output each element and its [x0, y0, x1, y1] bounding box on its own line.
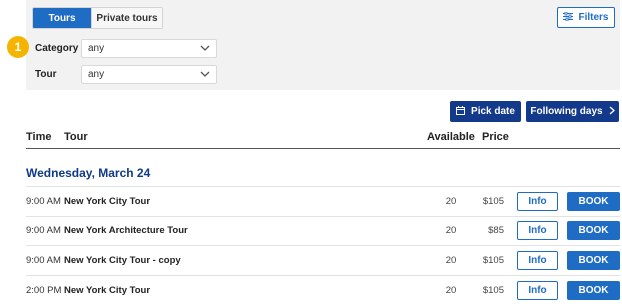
date-heading: Wednesday, March 24	[26, 166, 151, 180]
book-button[interactable]: BOOK	[567, 192, 620, 211]
header-price: Price	[482, 131, 509, 143]
info-button[interactable]: Info	[517, 192, 558, 211]
row-time: 9:00 AM	[26, 196, 61, 207]
chevron-down-icon	[200, 44, 210, 55]
pick-date-button[interactable]: Pick date	[450, 101, 521, 122]
sliders-icon	[563, 11, 574, 24]
header-divider	[26, 148, 620, 149]
row-price: $105	[482, 196, 504, 207]
table-row: 9:00 AM New York Architecture Tour 20 $8…	[0, 216, 622, 246]
chevron-down-icon	[200, 70, 210, 81]
chevron-right-icon	[609, 105, 615, 118]
info-button[interactable]: Info	[517, 221, 558, 240]
row-tour: New York Architecture Tour	[64, 225, 188, 236]
category-label: Category	[35, 43, 79, 54]
header-tour: Tour	[64, 131, 88, 143]
following-days-button[interactable]: Following days	[526, 101, 619, 122]
tour-select[interactable]: any	[81, 65, 217, 84]
row-available: 20	[445, 225, 457, 236]
info-button[interactable]: Info	[517, 251, 558, 270]
row-tour: New York City Tour	[64, 285, 151, 296]
filters-button-label: Filters	[578, 12, 609, 23]
tour-label: Tour	[35, 69, 57, 80]
row-available: 20	[445, 285, 457, 296]
table-row: 9:00 AM New York City Tour - copy 20 $10…	[0, 246, 622, 276]
filters-button[interactable]: Filters	[557, 7, 615, 28]
tour-select-value: any	[88, 69, 105, 80]
row-price: $85	[488, 225, 504, 236]
tour-type-toggle: Tours Private tours	[32, 7, 163, 29]
following-days-label: Following days	[530, 106, 603, 117]
tab-tours[interactable]: Tours	[33, 8, 91, 28]
tab-private-tours[interactable]: Private tours	[91, 8, 162, 28]
book-button[interactable]: BOOK	[567, 281, 620, 300]
book-button[interactable]: BOOK	[567, 251, 620, 270]
calendar-icon	[456, 105, 466, 118]
category-select-value: any	[88, 43, 105, 54]
table-row: 2:00 PM New York City Tour 20 $105 Info …	[0, 276, 622, 306]
row-price: $105	[482, 285, 504, 296]
row-tour: New York City Tour - copy	[64, 255, 181, 266]
row-price: $105	[482, 255, 504, 266]
pick-date-label: Pick date	[471, 106, 515, 117]
row-time: 9:00 AM	[26, 255, 61, 266]
category-select[interactable]: any	[81, 39, 217, 58]
header-available: Available	[427, 131, 475, 143]
step-badge: 1	[7, 36, 29, 58]
header-time: Time	[26, 131, 52, 143]
row-available: 20	[445, 196, 457, 207]
row-time: 2:00 PM	[26, 285, 62, 296]
row-time: 9:00 AM	[26, 225, 61, 236]
table-row: 9:00 AM New York City Tour 20 $105 Info …	[0, 187, 622, 217]
row-tour: New York City Tour	[64, 196, 151, 207]
info-button[interactable]: Info	[517, 281, 558, 300]
row-available: 20	[445, 255, 457, 266]
book-button[interactable]: BOOK	[567, 221, 620, 240]
